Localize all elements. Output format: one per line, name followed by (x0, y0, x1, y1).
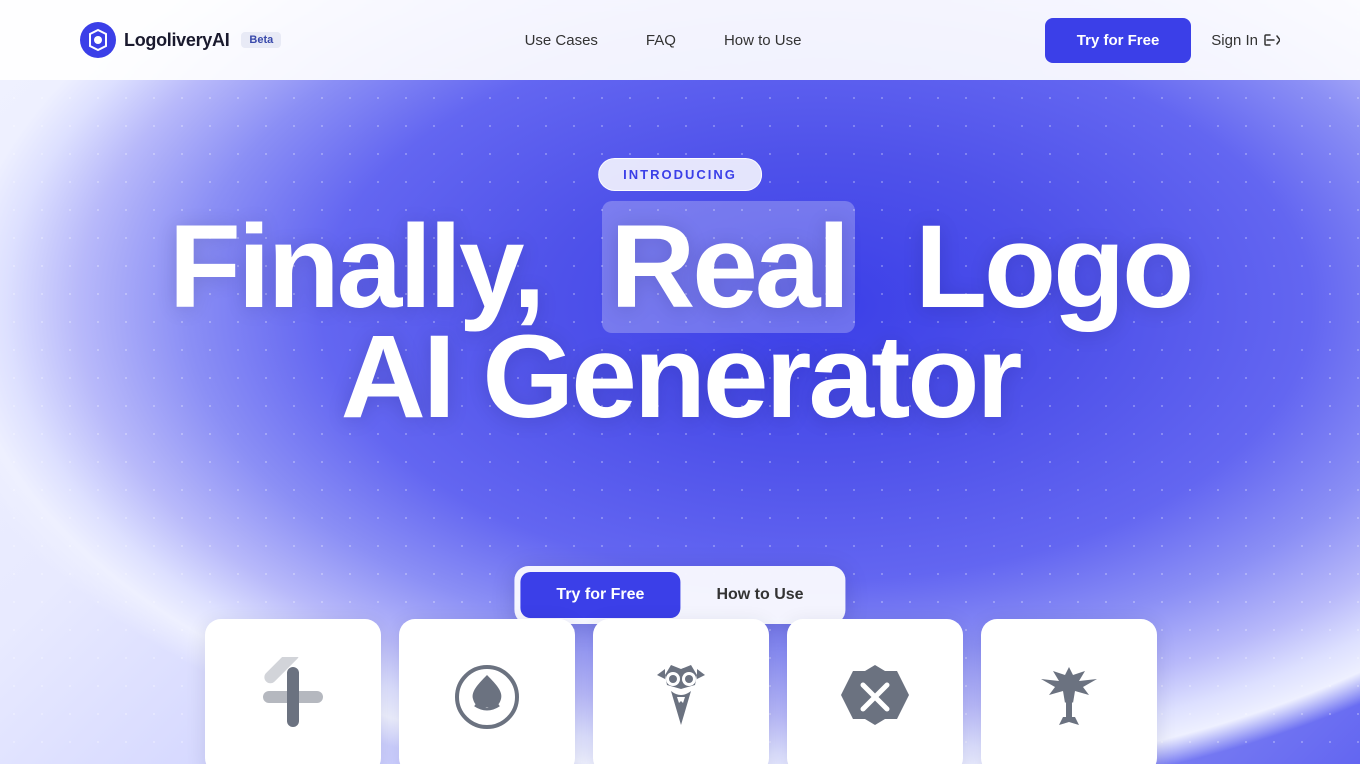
owl-icon (641, 657, 721, 737)
logo-card-4 (787, 619, 963, 764)
logo-cards-row (205, 619, 1155, 764)
abstract-lines-icon (253, 657, 333, 737)
nav-try-free-button[interactable]: Try for Free (1045, 18, 1192, 63)
badge-x-icon (835, 657, 915, 737)
ship-circle-icon (447, 657, 527, 737)
logo-card-2 (399, 619, 575, 764)
hero-headline: Finally, Real Logo AI Generator (0, 208, 1360, 436)
logo-card-5 (981, 619, 1157, 764)
beta-badge: Beta (241, 32, 281, 48)
nav-link-how-to-use[interactable]: How to Use (724, 32, 802, 49)
introducing-badge: INTRODUCING (598, 158, 762, 191)
eagle-icon (1029, 657, 1109, 737)
sign-in-label: Sign In (1211, 32, 1258, 49)
navbar: LogoliveryAI Beta Use Cases FAQ How to U… (0, 0, 1360, 80)
headline-line2: AI Generator (0, 318, 1360, 436)
logo-text: LogoliveryAI (124, 30, 229, 51)
hero-how-to-use-button[interactable]: How to Use (680, 572, 839, 618)
nav-links: Use Cases FAQ How to Use (525, 32, 802, 49)
hero-cta: Try for Free How to Use (514, 566, 845, 624)
nav-logo: LogoliveryAI Beta (80, 22, 281, 58)
logo-card-3 (593, 619, 769, 764)
logo-card-1 (205, 619, 381, 764)
hero-try-free-button[interactable]: Try for Free (520, 572, 680, 618)
nav-link-use-cases[interactable]: Use Cases (525, 32, 598, 49)
nav-link-faq[interactable]: FAQ (646, 32, 676, 49)
logo-icon (80, 22, 116, 58)
headline-line1: Finally, Real Logo (0, 208, 1360, 326)
sign-in-icon (1264, 32, 1280, 48)
nav-sign-in-button[interactable]: Sign In (1211, 32, 1280, 49)
hero-section: LogoliveryAI Beta Use Cases FAQ How to U… (0, 0, 1360, 764)
nav-actions: Try for Free Sign In (1045, 18, 1280, 63)
